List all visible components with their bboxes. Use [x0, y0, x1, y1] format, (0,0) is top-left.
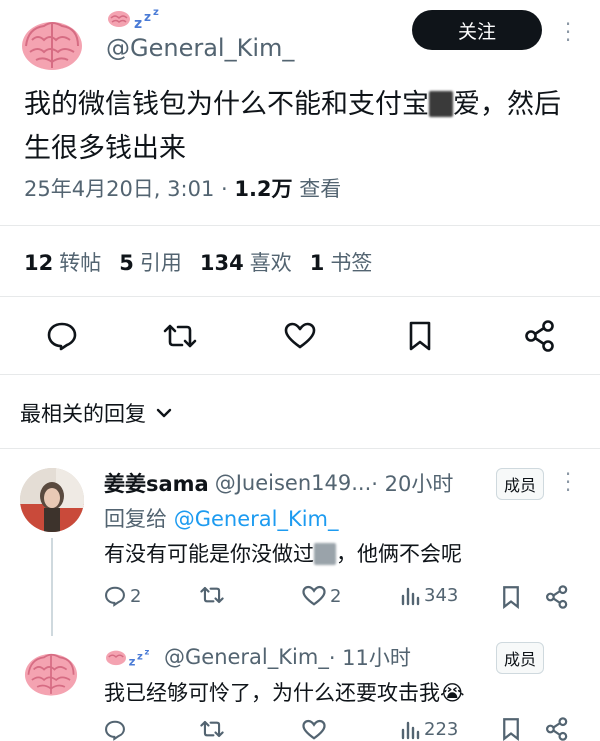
reply2-avatar[interactable] [18, 640, 84, 706]
comment-button[interactable] [40, 318, 84, 354]
post-text: 我的微信钱包为什么不能和支付宝 爱，然后生很多钱出来 [24, 83, 584, 171]
repost-icon [200, 720, 224, 738]
reply2-bookmark-button[interactable] [502, 717, 520, 741]
repost-icon [163, 324, 197, 348]
heart-icon [302, 585, 326, 606]
svg-text:z: z [144, 10, 151, 24]
comment-icon [105, 720, 125, 741]
author-handle[interactable]: @General_Kim_ [106, 34, 294, 62]
reply1-bookmark-button[interactable] [502, 585, 520, 613]
bookmark-icon [503, 718, 519, 741]
share-icon [546, 585, 568, 609]
post-date[interactable]: 25年4月20日, 3:01 · [24, 177, 234, 201]
post-meta: 25年4月20日, 3:01 · 1.2万 查看 [24, 173, 341, 203]
bookmark-button[interactable] [398, 318, 442, 354]
heart-icon [284, 322, 316, 349]
likes-stat[interactable]: 134 喜欢 [200, 247, 292, 277]
repost-button[interactable] [158, 318, 202, 354]
user-photo-icon [20, 468, 84, 532]
brain-icon [24, 653, 78, 696]
divider [0, 374, 600, 375]
divider [0, 225, 600, 226]
reply1-replying-to: 回复给 @General_Kim_ [104, 507, 339, 531]
reply1-time[interactable]: · 20小时 [371, 468, 453, 498]
divider [0, 296, 600, 297]
reply1-text: 有没有可能是你没做过 ，他俩不会呢 [104, 542, 462, 566]
reply2-header: z z z @General_Kim_ · 11小时 [104, 642, 411, 672]
reply1-repost-button[interactable] [200, 585, 224, 605]
views-icon [401, 587, 420, 605]
reply1-like-button[interactable]: 2 [302, 585, 341, 607]
reply2-like-button[interactable] [302, 719, 326, 741]
reply1-header: 姜姜sama @Jueisen149... · 20小时 [104, 468, 453, 498]
reply2-share-button[interactable] [546, 717, 568, 741]
chevron-down-icon [156, 408, 172, 418]
censored-mark [314, 543, 336, 565]
display-name-emojis[interactable]: z z z [106, 6, 166, 30]
svg-text:z: z [134, 16, 142, 30]
reply1-share-button[interactable] [546, 585, 568, 613]
reply2-comment-button[interactable] [104, 719, 126, 741]
svg-text:z: z [137, 652, 143, 663]
zzz-icon: z z z [134, 7, 159, 30]
svg-text:z: z [153, 7, 159, 18]
svg-text:z: z [145, 647, 150, 657]
reply2-handle[interactable]: @General_Kim_ [164, 645, 329, 669]
post-text-part1: 我的微信钱包为什么不能和支付宝 [24, 89, 429, 120]
reply2-repost-button[interactable] [200, 719, 224, 739]
brain-icon [108, 11, 130, 27]
follow-button[interactable]: 关注 [412, 10, 542, 50]
bookmark-icon [409, 321, 431, 351]
reply1-avatar[interactable] [20, 468, 84, 532]
share-button[interactable] [518, 318, 562, 354]
more-icon[interactable]: · · · [560, 14, 576, 50]
reply2-member-badge: 成员 [496, 642, 545, 674]
quotes-stat[interactable]: 5 引用 [119, 247, 182, 277]
replies-section-title: 最相关的回复 [20, 402, 146, 426]
brain-icon [106, 650, 126, 666]
bookmark-icon [503, 586, 519, 610]
repost-icon [200, 586, 224, 604]
reply1-handle[interactable]: @Jueisen149... [215, 471, 372, 495]
heart-icon [302, 719, 326, 740]
comment-icon [47, 322, 77, 351]
reposts-stat[interactable]: 12 转帖 [24, 247, 101, 277]
share-icon [525, 320, 554, 352]
thread-line [51, 538, 53, 636]
reply1-comment-button[interactable]: 2 [104, 585, 141, 607]
zzz-icon: z z z [129, 647, 150, 667]
reply1-views[interactable]: 343 [400, 585, 458, 606]
views-icon [401, 721, 420, 739]
reply2-time[interactable]: · 11小时 [329, 642, 411, 672]
replies-sort-toggle[interactable]: 最相关的回复 [20, 398, 172, 428]
comment-icon [105, 586, 125, 607]
views-count: 1.2万 [234, 177, 293, 201]
more-icon[interactable]: · · · [560, 464, 576, 500]
reply2-views[interactable]: 223 [400, 719, 458, 740]
author-avatar[interactable] [14, 6, 90, 82]
like-button[interactable] [278, 318, 322, 354]
views-label: 查看 [292, 177, 342, 201]
reply2-text: 我已经够可怜了，为什么还要攻击我😭 [104, 681, 465, 705]
brain-icon [22, 22, 82, 70]
censored-mark [429, 91, 453, 117]
share-icon [546, 717, 568, 741]
post-stats: 12 转帖 5 引用 134 喜欢 1 书签 [24, 247, 372, 277]
bookmarks-stat[interactable]: 1 书签 [310, 247, 373, 277]
divider [0, 448, 600, 449]
svg-text:z: z [129, 654, 136, 667]
reply1-member-badge: 成员 [496, 468, 545, 500]
reply1-display-name[interactable]: 姜姜sama [104, 468, 209, 498]
reply1-mention[interactable]: @General_Kim_ [174, 507, 339, 531]
